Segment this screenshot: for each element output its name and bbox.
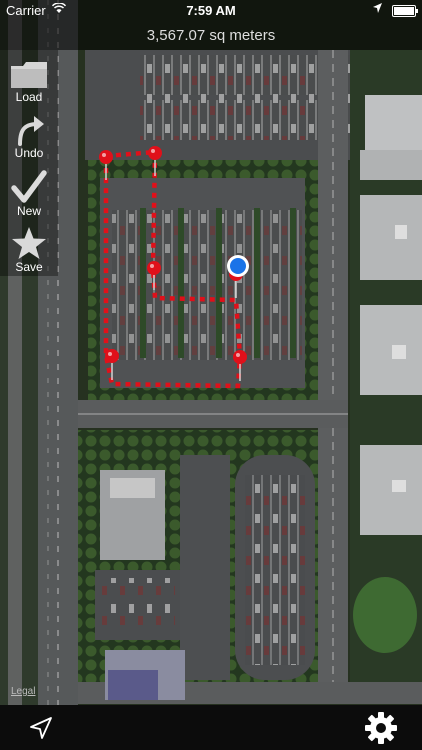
status-bar: Carrier 7:59 AM [0,0,422,22]
load-label: Load [15,90,43,104]
location-services-icon [373,3,382,16]
load-button[interactable]: Load [0,52,58,108]
undo-button[interactable]: Undo [0,108,58,164]
undo-label: Undo [14,146,44,160]
new-label: New [16,204,41,218]
gear-icon [365,712,397,744]
area-readout: 3,567.07 sq meters [0,22,422,50]
new-button[interactable]: New [0,164,58,220]
legal-link[interactable]: Legal [11,686,35,697]
clock: 7:59 AM [186,3,236,18]
current-location-dot [227,255,249,277]
user-location-button[interactable] [28,715,54,741]
satellite-map[interactable] [0,0,422,750]
undo-arrow-icon [18,116,44,146]
battery-icon [392,5,418,17]
folder-icon [11,62,47,88]
location-arrow-icon [30,717,52,739]
checkmark-icon [11,170,47,203]
settings-button[interactable] [364,711,398,745]
star-icon [12,227,46,259]
bottom-toolbar [0,705,422,750]
tool-panel: Load Undo New Save [0,50,58,276]
save-label: Save [15,260,43,274]
save-button[interactable]: Save [0,220,58,276]
